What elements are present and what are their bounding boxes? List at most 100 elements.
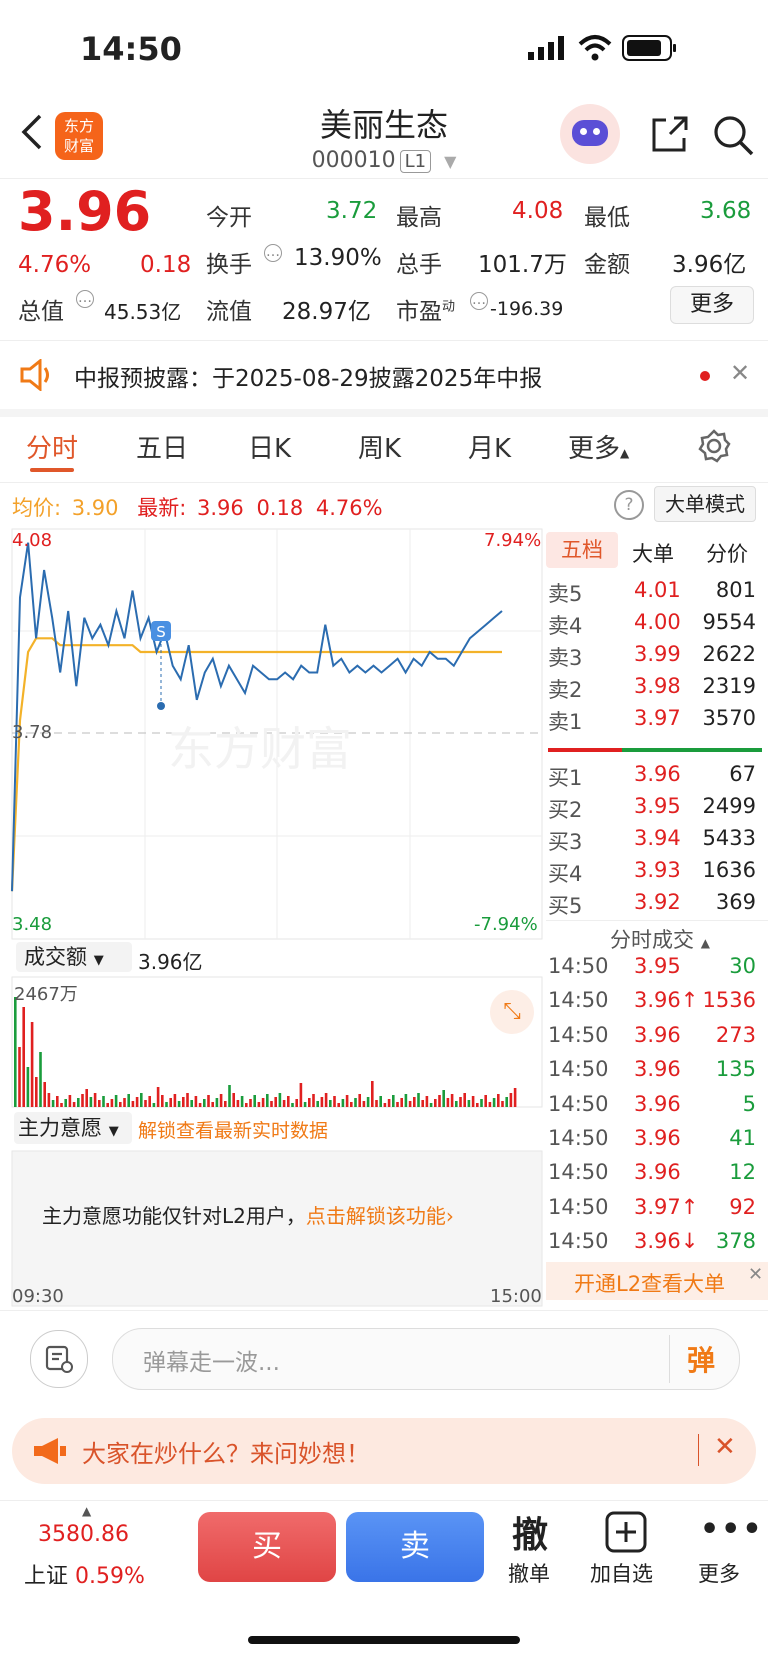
share-icon[interactable] bbox=[648, 114, 690, 156]
ask-row: 卖1 3.97 3570 bbox=[548, 706, 756, 734]
volume-bar bbox=[182, 1097, 185, 1107]
assistant-robot-icon[interactable] bbox=[560, 104, 620, 164]
depth-tab-big[interactable]: 大单 bbox=[632, 538, 674, 568]
volume-bar bbox=[173, 1094, 177, 1107]
volume-bar bbox=[190, 1100, 193, 1107]
volume-bar bbox=[14, 997, 17, 1107]
volume-bar bbox=[404, 1094, 408, 1107]
volume-bar bbox=[198, 1103, 202, 1107]
cancel-order-label[interactable]: 撤单 bbox=[508, 1558, 550, 1588]
volume-selector[interactable]: 成交额 ▼ bbox=[16, 942, 132, 972]
change-pct: 4.76% bbox=[18, 252, 92, 278]
volume-bar bbox=[455, 1101, 458, 1107]
volume-bar bbox=[194, 1096, 198, 1107]
volume-bars bbox=[14, 997, 517, 1107]
volume-bar bbox=[476, 1103, 479, 1107]
help-icon[interactable]: ? bbox=[614, 490, 644, 520]
trade-row: 14:50 3.96 41 bbox=[548, 1125, 756, 1150]
info-icon[interactable]: … bbox=[264, 244, 282, 262]
trade-row: 14:50 3.97↑ 92 bbox=[548, 1194, 756, 1219]
collapse-icon[interactable]: ▲ bbox=[82, 1504, 91, 1518]
trades-title[interactable]: 分时成交 ▲ bbox=[610, 924, 710, 954]
tab-intraday[interactable]: 分时 bbox=[26, 428, 78, 465]
tab-more[interactable]: 更多▲ bbox=[568, 428, 629, 465]
l2-banner[interactable]: 开通L2查看大单 ✕ bbox=[546, 1262, 768, 1300]
volume-bar bbox=[123, 1098, 126, 1107]
volume-bar bbox=[383, 1103, 387, 1107]
sell-button[interactable]: 卖 bbox=[346, 1512, 484, 1582]
buy-button[interactable]: 买 bbox=[198, 1512, 336, 1582]
danmaku-send-icon[interactable]: 弹 bbox=[687, 1339, 715, 1379]
change-value: 0.18 bbox=[140, 252, 192, 278]
depth-tab-price[interactable]: 分价 bbox=[706, 538, 748, 568]
volume-bar bbox=[177, 1101, 181, 1107]
battery-icon bbox=[622, 35, 676, 61]
dropdown-icon: ▼ bbox=[444, 152, 457, 171]
tab-daily-k[interactable]: 日K bbox=[248, 428, 291, 465]
big-order-mode-button[interactable]: 大单模式 bbox=[654, 486, 756, 522]
add-watchlist-label[interactable]: 加自选 bbox=[590, 1558, 653, 1588]
more-icon[interactable]: ••• bbox=[700, 1512, 764, 1547]
status-bar: 14:50 bbox=[0, 0, 768, 100]
depth-ratio-up bbox=[548, 748, 622, 752]
settings-gear-icon[interactable] bbox=[696, 428, 732, 464]
add-watchlist-icon[interactable] bbox=[604, 1510, 648, 1554]
high-label: 最高 bbox=[396, 205, 442, 231]
volume-bar bbox=[232, 1093, 235, 1107]
volume-bar bbox=[30, 1022, 34, 1107]
volume-bar bbox=[110, 1099, 114, 1107]
volume-bar bbox=[513, 1088, 517, 1107]
volume-bar bbox=[140, 1093, 143, 1107]
ask-row: 卖2 3.98 2319 bbox=[548, 674, 756, 702]
tab-5day[interactable]: 五日 bbox=[136, 428, 188, 465]
depth-ratio-down bbox=[622, 748, 762, 752]
volume-bar bbox=[371, 1081, 374, 1107]
close-icon[interactable]: ✕ bbox=[730, 359, 750, 387]
info-icon[interactable]: … bbox=[470, 292, 488, 310]
expand-icon[interactable]: ⤡ bbox=[490, 990, 534, 1034]
volume-bar bbox=[396, 1102, 399, 1107]
trade-row: 14:50 3.96 273 bbox=[548, 1022, 756, 1047]
volume-total: 3.96亿 bbox=[138, 950, 203, 974]
axis-bottom-pct: -7.94% bbox=[474, 914, 538, 935]
more-quote-button[interactable]: 更多 bbox=[670, 286, 754, 324]
index-value[interactable]: 3580.86 bbox=[38, 1522, 129, 1547]
index-row[interactable]: 上证 0.59% bbox=[24, 1558, 145, 1590]
close-icon[interactable]: ✕ bbox=[714, 1432, 736, 1462]
cancel-order-icon[interactable]: 撤 bbox=[512, 1506, 548, 1558]
volume-bar bbox=[320, 1097, 324, 1107]
volume-bar bbox=[102, 1096, 105, 1107]
volume-bar bbox=[366, 1097, 370, 1107]
depth-tab-5[interactable]: 五档 bbox=[546, 532, 618, 568]
intent-unlock-link[interactable]: 解锁查看最新实时数据 bbox=[138, 1116, 328, 1143]
search-icon[interactable] bbox=[712, 114, 756, 158]
turnover-value: 13.90% bbox=[294, 245, 382, 271]
volume-bar bbox=[463, 1093, 466, 1107]
intent-selector[interactable]: 主力意愿 ▼ bbox=[14, 1112, 132, 1144]
ask-row: 卖3 3.99 2622 bbox=[548, 642, 756, 670]
notice-bar[interactable]: 中报预披露：于2025-08-29披露2025年中报 ✕ bbox=[0, 340, 768, 417]
volume-bar bbox=[26, 1067, 30, 1107]
axis-top-price: 4.08 bbox=[12, 530, 53, 551]
volume-bar bbox=[152, 1103, 156, 1107]
volume-bar bbox=[379, 1096, 382, 1107]
volume-bar bbox=[77, 1098, 80, 1107]
unlock-feature-link[interactable]: 点击解锁该功能› bbox=[306, 1204, 454, 1228]
amount-value: 3.96亿 bbox=[672, 252, 747, 278]
more-label[interactable]: 更多 bbox=[698, 1558, 740, 1588]
volume-bar bbox=[270, 1101, 273, 1107]
ask-banner[interactable]: 大家在炒什么？来问妙想！ ✕ bbox=[12, 1418, 756, 1484]
volume-bar bbox=[375, 1100, 378, 1107]
volume-bar bbox=[186, 1093, 189, 1107]
volume-bar bbox=[392, 1095, 395, 1107]
ask-row: 卖4 4.00 9554 bbox=[548, 610, 756, 638]
intraday-chart[interactable]: 东方财富 S bbox=[0, 525, 545, 1310]
tab-monthly-k[interactable]: 月K bbox=[468, 428, 511, 465]
close-icon[interactable]: ✕ bbox=[748, 1264, 763, 1285]
tab-weekly-k[interactable]: 周K bbox=[358, 428, 401, 465]
pe-value: -196.39 bbox=[490, 298, 564, 320]
info-icon[interactable]: … bbox=[76, 290, 94, 308]
comment-input[interactable]: 弹幕走一波... 弹 bbox=[112, 1328, 740, 1390]
comment-list-icon[interactable] bbox=[30, 1330, 88, 1388]
trade-row: 14:50 3.96↑ 1536 bbox=[548, 988, 756, 1013]
